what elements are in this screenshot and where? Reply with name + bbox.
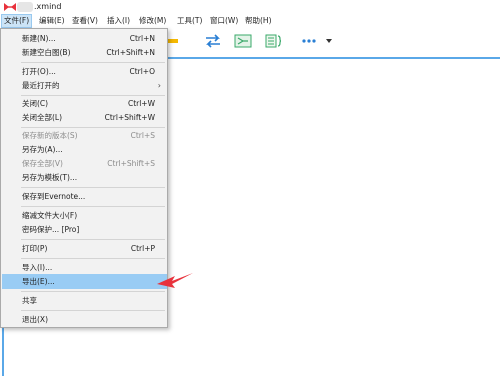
canvas-left-edge	[2, 320, 4, 376]
menu-item-label: 另存为模板(T)...	[22, 173, 78, 182]
blurred-filename	[17, 2, 33, 12]
menu-item-import[interactable]: 导入(I)...	[2, 260, 167, 275]
menu-edit[interactable]: 编辑(E)	[37, 14, 67, 28]
menu-item-new[interactable]: 新建(N)... Ctrl+N	[2, 31, 167, 46]
menu-item-reduce-size[interactable]: 缩减文件大小(F)	[2, 208, 167, 223]
toolbar	[168, 28, 500, 56]
menu-item-shortcut: Ctrl+Shift+W	[104, 113, 155, 122]
menu-bar: 文件(F) 编辑(E) 查看(V) 插入(I) 修改(M) 工具(T) 窗口(W…	[0, 14, 500, 28]
menu-item-new-blank[interactable]: 新建空白图(B) Ctrl+Shift+N	[2, 45, 167, 60]
menu-item-shortcut: Ctrl+W	[127, 99, 155, 108]
menu-item-label: 导出(E)...	[22, 277, 55, 286]
boundary-icon[interactable]	[168, 34, 186, 48]
toolbar-underline	[168, 57, 500, 59]
menu-item-label: 保存到Evernote...	[22, 192, 86, 201]
menu-item-open[interactable]: 打开(O)... Ctrl+O	[2, 64, 167, 79]
menu-item-close-all[interactable]: 关闭全部(L) Ctrl+Shift+W	[2, 110, 167, 125]
menu-item-shortcut: Ctrl+N	[129, 34, 155, 43]
menu-tools[interactable]: 工具(T)	[175, 14, 204, 28]
red-pointer-arrow-icon	[157, 273, 193, 288]
title-bar: .xmind	[0, 0, 500, 14]
submenu-arrow-icon: ›	[157, 81, 161, 90]
menu-window[interactable]: 窗口(W)	[208, 14, 240, 28]
notes-icon[interactable]	[264, 34, 282, 48]
relationship-icon[interactable]	[204, 34, 222, 48]
menu-item-label: 另存为(A)...	[22, 145, 63, 154]
menu-item-save-as-template[interactable]: 另存为模板(T)...	[2, 170, 167, 185]
menu-help[interactable]: 帮助(H)	[243, 14, 274, 28]
menu-item-save-evernote[interactable]: 保存到Evernote...	[2, 189, 167, 204]
menu-item-label: 打印(P)	[22, 244, 48, 253]
menu-item-shortcut: Ctrl+O	[129, 67, 155, 76]
file-menu-dropdown: 新建(N)... Ctrl+N 新建空白图(B) Ctrl+Shift+N 打开…	[0, 28, 168, 328]
menu-item-label: 保存全部(V)	[22, 159, 63, 168]
menu-separator	[21, 291, 165, 292]
menu-item-label: 关闭(C)	[22, 99, 49, 108]
menu-separator	[21, 310, 165, 311]
menu-item-label: 退出(X)	[22, 315, 48, 324]
menu-item-save-as[interactable]: 另存为(A)...	[2, 142, 167, 157]
menu-item-exit[interactable]: 退出(X)	[2, 312, 167, 327]
menu-item-label: 关闭全部(L)	[22, 113, 63, 122]
menu-item-save-all[interactable]: 保存全部(V) Ctrl+Shift+S	[2, 156, 167, 171]
menu-separator	[21, 239, 165, 240]
menu-item-save-version[interactable]: 保存新的版本(S) Ctrl+S	[2, 128, 167, 143]
menu-item-label: 缩减文件大小(F)	[22, 211, 78, 220]
menu-item-shortcut: Ctrl+S	[130, 131, 155, 140]
menu-view[interactable]: 查看(V)	[70, 14, 100, 28]
summary-icon[interactable]	[234, 34, 252, 48]
menu-item-label: 密码保护... [Pro]	[22, 225, 80, 234]
more-icon[interactable]	[300, 34, 318, 48]
menu-separator	[21, 187, 165, 188]
menu-item-export[interactable]: 导出(E)...	[2, 274, 167, 289]
menu-item-share[interactable]: 共享	[2, 293, 167, 308]
xmind-logo-icon	[4, 3, 16, 11]
menu-modify[interactable]: 修改(M)	[137, 14, 168, 28]
menu-file[interactable]: 文件(F)	[1, 14, 33, 28]
menu-separator	[21, 62, 165, 63]
menu-item-label: 最近打开的	[22, 81, 60, 90]
menu-separator	[21, 206, 165, 207]
menu-item-password[interactable]: 密码保护... [Pro]	[2, 222, 167, 237]
menu-insert[interactable]: 插入(I)	[105, 14, 132, 28]
menu-item-close[interactable]: 关闭(C) Ctrl+W	[2, 96, 167, 111]
menu-item-print[interactable]: 打印(P) Ctrl+P	[2, 241, 167, 256]
menu-item-shortcut: Ctrl+Shift+S	[107, 159, 155, 168]
menu-item-shortcut: Ctrl+P	[130, 244, 155, 253]
dropdown-arrow-icon[interactable]	[324, 34, 334, 48]
menu-item-label: 保存新的版本(S)	[22, 131, 78, 140]
menu-item-label: 打开(O)...	[22, 67, 56, 76]
window-title: .xmind	[34, 2, 62, 11]
menu-item-recent[interactable]: 最近打开的 ›	[2, 78, 167, 93]
menu-item-label: 共享	[22, 296, 37, 305]
menu-item-label: 导入(I)...	[22, 263, 53, 272]
menu-item-shortcut: Ctrl+Shift+N	[106, 48, 155, 57]
menu-item-label: 新建空白图(B)	[22, 48, 71, 57]
menu-separator	[21, 258, 165, 259]
menu-item-label: 新建(N)...	[22, 34, 56, 43]
